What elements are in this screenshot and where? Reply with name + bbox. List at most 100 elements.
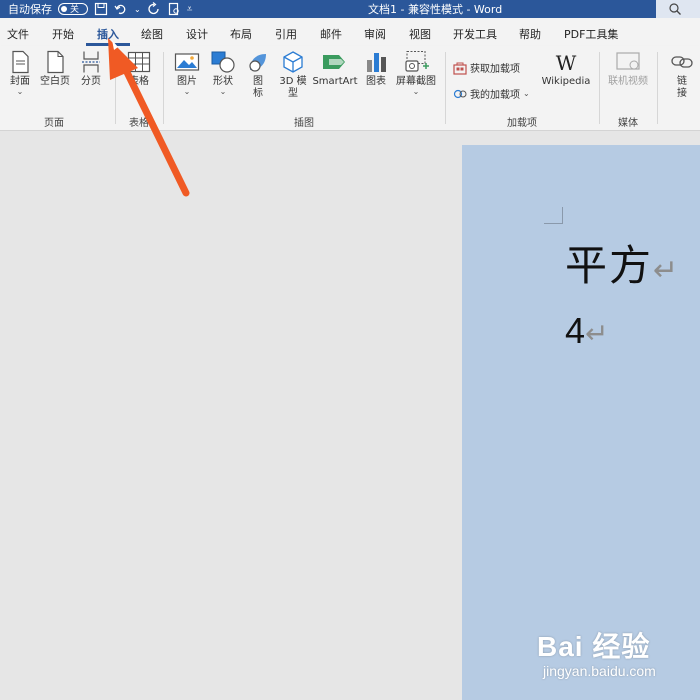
- smartart-icon: [323, 55, 345, 69]
- addins-icon: [453, 89, 467, 98]
- online-video-label: 联机视频: [608, 76, 648, 87]
- tab-draw[interactable]: 绘图: [141, 26, 163, 42]
- wikipedia-icon: W: [555, 51, 577, 75]
- toggle-knob: [61, 6, 67, 12]
- group-divider: [115, 52, 116, 124]
- chevron-down-icon: ⌄: [412, 87, 420, 96]
- icons-label-line2: 标: [253, 88, 263, 99]
- margin-corner-mark: [544, 207, 563, 224]
- tab-developer[interactable]: 开发工具: [453, 26, 497, 42]
- undo-dropdown-icon[interactable]: ⌄: [134, 5, 141, 14]
- chevron-down-icon: ⌄: [219, 87, 227, 96]
- cover-page-button[interactable]: 封面 ⌄: [6, 50, 34, 96]
- tab-mailings[interactable]: 邮件: [320, 26, 342, 42]
- cube-icon: [283, 51, 303, 73]
- group-label-illustrations: 插图: [294, 118, 314, 129]
- search-icon: [669, 3, 681, 15]
- tab-layout[interactable]: 布局: [230, 26, 252, 42]
- tab-view[interactable]: 视图: [409, 26, 431, 42]
- link-icon: [671, 56, 693, 68]
- screenshot-icon: [405, 51, 429, 72]
- page-break-icon: [82, 51, 100, 73]
- blank-page-icon: [47, 50, 64, 74]
- shapes-icon: [211, 51, 235, 73]
- smartart-button[interactable]: SmartArt: [311, 50, 359, 88]
- group-label-addins: 加载项: [507, 118, 537, 129]
- document-title: 文档1 - 兼容性模式 - Word: [368, 3, 503, 16]
- document-line-1[interactable]: 平方↵: [565, 232, 680, 293]
- wikipedia-label: Wikipedia: [541, 76, 591, 87]
- shapes-button[interactable]: 形状 ⌄: [209, 50, 237, 96]
- chevron-down-icon: ⌄: [523, 88, 530, 98]
- autosave-toggle[interactable]: 关: [58, 3, 88, 15]
- get-addins-button[interactable]: 获取加载项: [453, 60, 520, 75]
- get-addins-label: 获取加载项: [470, 64, 520, 75]
- chevron-down-icon: ⌄: [183, 87, 191, 96]
- page-break-button[interactable]: 分页: [77, 50, 105, 88]
- tab-help[interactable]: 帮助: [519, 26, 541, 42]
- document-line-2[interactable]: 4↵: [565, 310, 609, 352]
- tab-design[interactable]: 设计: [186, 26, 208, 42]
- redo-icon[interactable]: [147, 2, 161, 16]
- wikipedia-button[interactable]: W Wikipedia: [540, 50, 592, 88]
- group-label-media: 媒体: [618, 118, 638, 129]
- online-video-icon: [616, 52, 640, 70]
- group-label-pages: 页面: [44, 118, 64, 129]
- link-button[interactable]: 链 接: [668, 50, 696, 100]
- group-divider: [445, 52, 446, 124]
- chart-button[interactable]: 图表: [363, 50, 389, 88]
- group-label-tables: 表格: [129, 118, 149, 129]
- document-page[interactable]: [462, 145, 700, 700]
- baidu-watermark: Bai 经验 jingyan.baidu.com: [537, 625, 656, 679]
- my-addins-label: 我的加载项: [470, 90, 520, 101]
- online-video-button[interactable]: 联机视频: [606, 50, 650, 88]
- blank-page-label: 空白页: [40, 76, 70, 87]
- tab-home[interactable]: 开始: [52, 26, 74, 42]
- icons-icon: [249, 54, 266, 72]
- group-divider: [599, 52, 600, 124]
- ribbon-insert: 封面 ⌄ 空白页 分页 页面 表格 表格 图片 ⌄ 形状 ⌄ 图 标 3D 模 …: [0, 46, 700, 131]
- tab-file[interactable]: 文件: [7, 26, 29, 42]
- page-break-label: 分页: [81, 76, 101, 87]
- 3d-models-label-line1: 3D 模: [279, 76, 307, 87]
- table-button[interactable]: 表格: [124, 50, 154, 88]
- store-icon: [453, 62, 467, 75]
- line-1-text: 平方: [565, 241, 654, 290]
- quick-access-toolbar: 自动保存 关 ⌄ ⩡: [8, 1, 192, 17]
- ribbon-tab-row: 文件 开始 插入 绘图 设计 布局 引用 邮件 审阅 视图 开发工具 帮助 PD…: [0, 18, 700, 46]
- search-box[interactable]: [656, 0, 700, 18]
- table-icon: [127, 51, 151, 73]
- pictures-button[interactable]: 图片 ⌄: [173, 50, 201, 96]
- undo-icon[interactable]: [114, 2, 128, 16]
- chevron-down-icon: ⌄: [16, 87, 24, 96]
- print-preview-icon[interactable]: [167, 2, 181, 16]
- 3d-models-button[interactable]: 3D 模 型: [278, 50, 308, 100]
- cover-page-icon: [12, 50, 29, 74]
- tab-insert[interactable]: 插入: [97, 26, 119, 42]
- paragraph-mark-icon: ↵: [585, 317, 609, 350]
- watermark-main: Bai 经验: [537, 631, 651, 662]
- smartart-label: SmartArt: [312, 76, 358, 87]
- chart-label: 图表: [366, 76, 386, 87]
- 3d-models-label-line2: 型: [288, 88, 298, 99]
- paragraph-mark-icon: ↵: [653, 253, 681, 288]
- tab-references[interactable]: 引用: [275, 26, 297, 42]
- tab-review[interactable]: 审阅: [364, 26, 386, 42]
- title-bar: 自动保存 关 ⌄ ⩡ 文档1 - 兼容性模式 - Word: [0, 0, 700, 18]
- my-addins-button[interactable]: 我的加载项 ⌄: [453, 86, 530, 101]
- icons-label-line1: 图: [253, 76, 263, 87]
- screenshot-button[interactable]: 屏幕截图 ⌄: [393, 50, 439, 96]
- save-icon[interactable]: [94, 2, 108, 16]
- group-divider: [657, 52, 658, 124]
- tab-pdf-tools[interactable]: PDF工具集: [564, 26, 618, 42]
- link-label-line2: 接: [677, 88, 687, 99]
- icons-button[interactable]: 图 标: [245, 50, 271, 100]
- chart-icon: [367, 53, 386, 72]
- customize-toolbar-icon[interactable]: ⩡: [187, 4, 193, 15]
- table-label: 表格: [129, 76, 149, 87]
- link-label-line1: 链: [677, 76, 687, 87]
- group-divider: [163, 52, 164, 124]
- blank-page-button[interactable]: 空白页: [38, 50, 72, 88]
- watermark-url: jingyan.baidu.com: [543, 663, 656, 679]
- autosave-label: 自动保存: [8, 3, 52, 16]
